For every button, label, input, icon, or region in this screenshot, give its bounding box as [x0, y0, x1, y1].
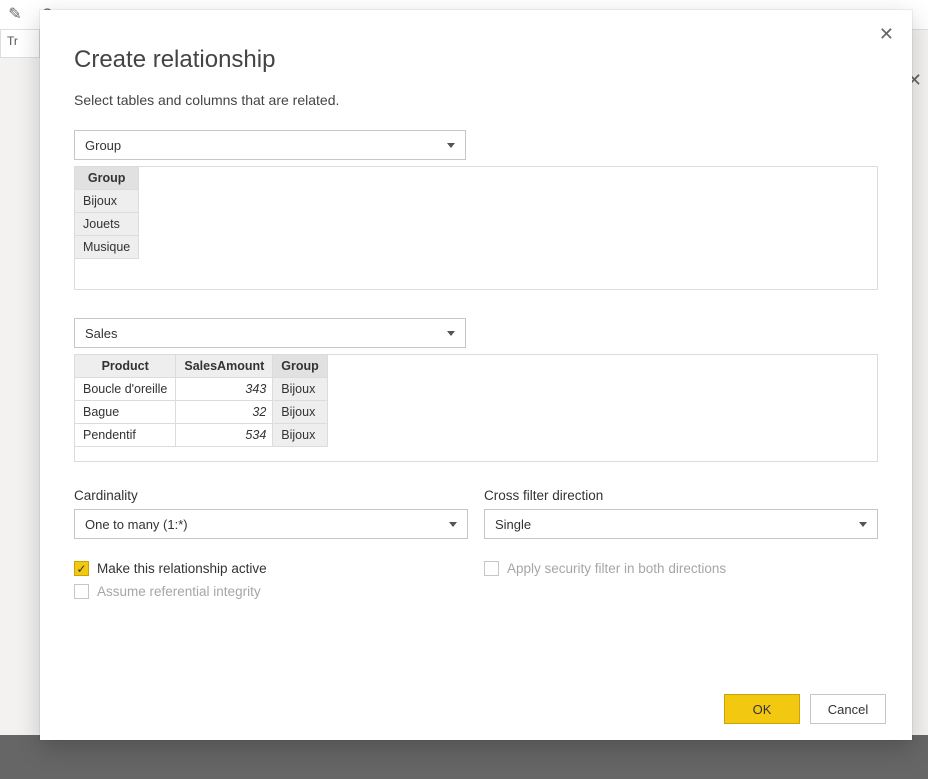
cell[interactable]: Pendentif [75, 424, 176, 447]
cancel-button[interactable]: Cancel [810, 694, 886, 724]
table-row[interactable]: Jouets [75, 213, 139, 236]
apply-security-filter-checkbox: Apply security filter in both directions [484, 557, 878, 580]
column-header[interactable]: SalesAmount [176, 355, 273, 378]
dialog-subtitle: Select tables and columns that are relat… [74, 92, 878, 108]
cross-filter-label: Cross filter direction [484, 488, 878, 503]
chevron-down-icon [449, 522, 457, 527]
table1-preview: GroupBijouxJouetsMusique [74, 166, 878, 290]
cardinality-label: Cardinality [74, 488, 468, 503]
table-row[interactable]: Boucle d'oreille343Bijoux [75, 378, 327, 401]
cell[interactable]: Bijoux [273, 424, 328, 447]
cross-filter-value: Single [495, 517, 531, 532]
background-tab-fragment: Tr [0, 30, 40, 58]
table-row[interactable]: Musique [75, 236, 139, 259]
cardinality-select[interactable]: One to many (1:*) [74, 509, 468, 539]
cell[interactable]: Boucle d'oreille [75, 378, 176, 401]
cell[interactable]: Bague [75, 401, 176, 424]
column-header[interactable]: Product [75, 355, 176, 378]
create-relationship-dialog: ✕ Create relationship Select tables and … [40, 10, 912, 740]
table2-preview: ProductSalesAmountGroupBoucle d'oreille3… [74, 354, 878, 462]
cross-filter-select[interactable]: Single [484, 509, 878, 539]
checkbox-icon [484, 561, 499, 576]
cell[interactable]: Bijoux [273, 401, 328, 424]
chevron-down-icon [447, 143, 455, 148]
close-icon[interactable]: ✕ [879, 24, 894, 45]
checkbox-icon: ✓ [74, 561, 89, 576]
cell[interactable]: 343 [176, 378, 273, 401]
table-row[interactable]: Bague32Bijoux [75, 401, 327, 424]
checkbox-icon [74, 584, 89, 599]
assume-referential-integrity-checkbox: Assume referential integrity [74, 580, 468, 603]
table1-select-value: Group [85, 138, 121, 153]
column-header[interactable]: Group [75, 167, 139, 190]
column-header[interactable]: Group [273, 355, 328, 378]
cardinality-value: One to many (1:*) [85, 517, 188, 532]
table-row[interactable]: Pendentif534Bijoux [75, 424, 327, 447]
cell[interactable]: Musique [75, 236, 139, 259]
table2-preview-grid[interactable]: ProductSalesAmountGroupBoucle d'oreille3… [75, 355, 328, 447]
ok-button[interactable]: OK [724, 694, 800, 724]
background-bottom-bar [0, 735, 928, 779]
cell[interactable]: 32 [176, 401, 273, 424]
dialog-title: Create relationship [74, 46, 878, 74]
table1-select[interactable]: Group [74, 130, 466, 160]
cell[interactable]: 534 [176, 424, 273, 447]
chevron-down-icon [447, 331, 455, 336]
chevron-down-icon [859, 522, 867, 527]
ribbon-tool-icon: ✎ [0, 0, 30, 28]
table2-select[interactable]: Sales [74, 318, 466, 348]
cell[interactable]: Jouets [75, 213, 139, 236]
table1-preview-grid[interactable]: GroupBijouxJouetsMusique [75, 167, 139, 259]
cell[interactable]: Bijoux [273, 378, 328, 401]
assume-referential-integrity-label: Assume referential integrity [97, 584, 261, 599]
table-row[interactable]: Bijoux [75, 190, 139, 213]
apply-security-filter-label: Apply security filter in both directions [507, 561, 726, 576]
make-active-label: Make this relationship active [97, 561, 267, 576]
make-active-checkbox[interactable]: ✓ Make this relationship active [74, 557, 468, 580]
cell[interactable]: Bijoux [75, 190, 139, 213]
table2-select-value: Sales [85, 326, 118, 341]
